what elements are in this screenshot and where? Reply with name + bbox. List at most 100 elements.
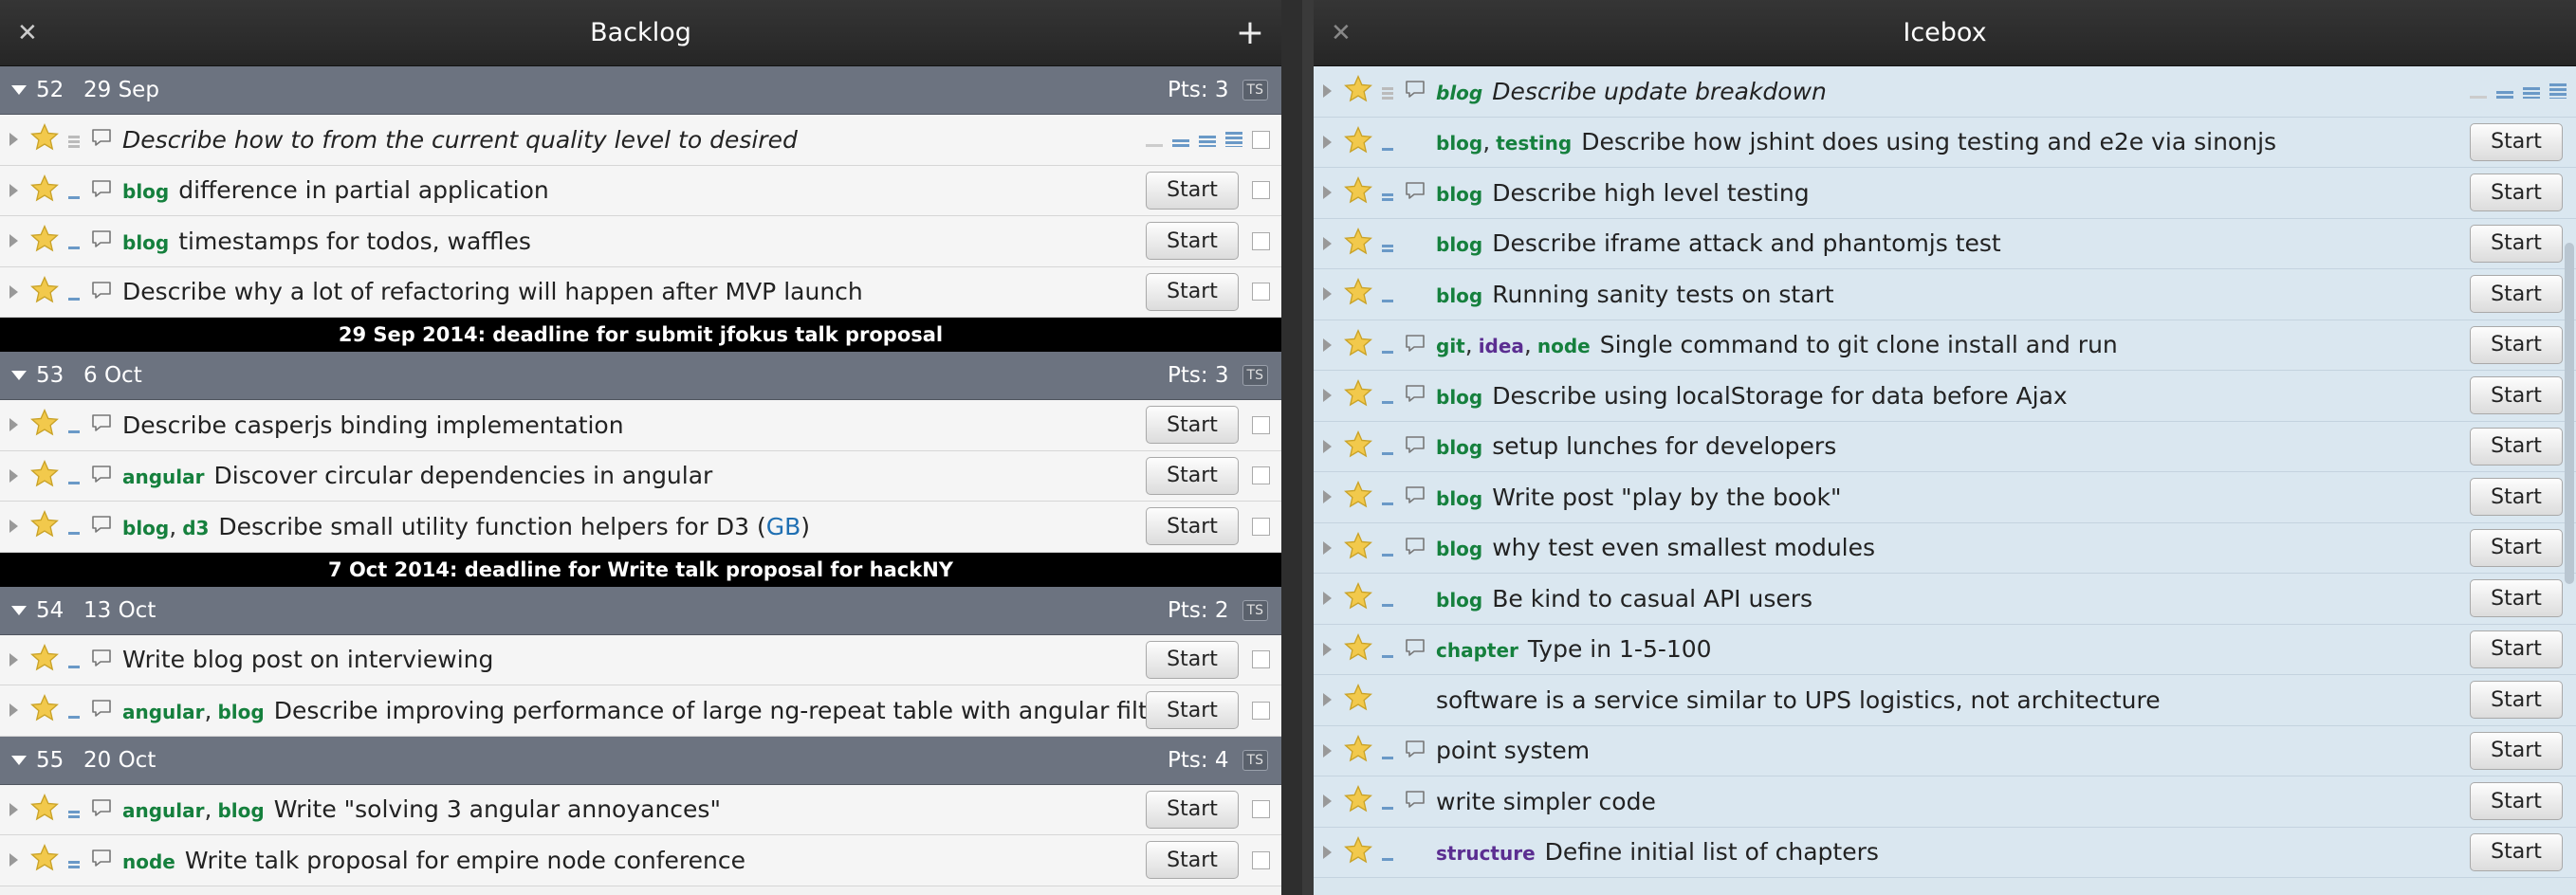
- story-row[interactable]: Write blog post on interviewing Start: [0, 634, 1281, 685]
- estimate-option-icon[interactable]: [2523, 87, 2540, 100]
- story-label[interactable]: blog: [1436, 386, 1482, 409]
- start-button[interactable]: Start: [1146, 691, 1239, 730]
- story-label[interactable]: blog: [1436, 284, 1482, 307]
- story-label[interactable]: blog: [1436, 82, 1482, 104]
- story-label[interactable]: blog: [1436, 589, 1482, 612]
- select-checkbox[interactable]: [1252, 800, 1270, 819]
- expand-icon[interactable]: [9, 802, 18, 816]
- story-label[interactable]: blog: [217, 701, 264, 723]
- select-checkbox[interactable]: [1252, 650, 1270, 669]
- expand-icon[interactable]: [1323, 84, 1332, 99]
- start-button[interactable]: Start: [1146, 507, 1239, 546]
- expand-icon[interactable]: [1323, 389, 1332, 403]
- collapse-icon[interactable]: [11, 85, 27, 95]
- start-button[interactable]: Start: [2470, 731, 2563, 770]
- comment-icon[interactable]: [1404, 180, 1436, 205]
- story-label[interactable]: node: [122, 850, 175, 873]
- collapse-icon[interactable]: [11, 755, 27, 765]
- start-button[interactable]: Start: [2470, 630, 2563, 668]
- story-row[interactable]: software is a service similar to UPS log…: [1314, 675, 2576, 726]
- story-label[interactable]: blog: [1436, 487, 1482, 510]
- star-icon[interactable]: [1343, 632, 1381, 667]
- team-strength-button[interactable]: TS: [1242, 80, 1268, 100]
- story-row[interactable]: blog difference in partial application Sta…: [0, 165, 1281, 216]
- select-checkbox[interactable]: [1252, 231, 1270, 250]
- start-button[interactable]: Start: [1146, 790, 1239, 829]
- start-button[interactable]: Start: [1146, 171, 1239, 210]
- story-label[interactable]: structure: [1436, 842, 1536, 865]
- comment-icon[interactable]: [1404, 739, 1436, 763]
- start-button[interactable]: Start: [1146, 640, 1239, 679]
- expand-icon[interactable]: [9, 652, 18, 667]
- expand-icon[interactable]: [1323, 845, 1332, 859]
- expand-icon[interactable]: [1323, 236, 1332, 250]
- comment-icon[interactable]: [90, 514, 122, 539]
- expand-icon[interactable]: [1323, 338, 1332, 352]
- star-icon[interactable]: [29, 174, 67, 208]
- comment-icon[interactable]: [1404, 282, 1436, 306]
- comment-icon[interactable]: [1404, 130, 1436, 155]
- iteration-header[interactable]: 55 20 Oct Pts: 4 TS: [0, 736, 1281, 785]
- story-row[interactable]: node Write talk proposal for empire node …: [0, 835, 1281, 886]
- star-icon[interactable]: [1343, 683, 1381, 717]
- story-row[interactable]: blog Describe update breakdown: [1314, 66, 2576, 118]
- story-row[interactable]: point system Start: [1314, 725, 2576, 776]
- star-icon[interactable]: [1343, 784, 1381, 818]
- comment-icon[interactable]: [1404, 79, 1436, 103]
- comment-icon[interactable]: [90, 127, 122, 152]
- close-icon[interactable]: ✕: [1331, 0, 1352, 66]
- start-button[interactable]: Start: [2470, 174, 2563, 212]
- start-button[interactable]: Start: [2470, 579, 2563, 618]
- star-icon[interactable]: [1343, 531, 1381, 565]
- star-icon[interactable]: [29, 843, 67, 877]
- star-icon[interactable]: [29, 224, 67, 258]
- comment-icon[interactable]: [1404, 687, 1436, 712]
- story-label[interactable]: git: [1436, 335, 1465, 357]
- comment-icon[interactable]: [1404, 231, 1436, 256]
- star-icon[interactable]: [1343, 734, 1381, 768]
- star-icon[interactable]: [1343, 581, 1381, 615]
- comment-icon[interactable]: [1404, 789, 1436, 813]
- collapse-icon[interactable]: [11, 605, 27, 615]
- comment-icon[interactable]: [90, 178, 122, 203]
- select-checkbox[interactable]: [1252, 130, 1270, 149]
- expand-icon[interactable]: [1323, 186, 1332, 200]
- story-label[interactable]: angular: [122, 701, 205, 723]
- team-strength-button[interactable]: TS: [1242, 749, 1268, 771]
- estimate-option-icon[interactable]: [1199, 136, 1216, 148]
- story-row[interactable]: blog Running sanity tests on start Start: [1314, 269, 2576, 320]
- story-label[interactable]: blog: [1436, 132, 1482, 155]
- iteration-header[interactable]: 54 13 Oct Pts: 2 TS: [0, 586, 1281, 635]
- story-row[interactable]: blog setup lunches for developers Start: [1314, 421, 2576, 472]
- comment-icon[interactable]: [90, 698, 122, 722]
- star-icon[interactable]: [29, 643, 67, 677]
- start-button[interactable]: Start: [1146, 456, 1239, 495]
- estimate-option-icon[interactable]: [1172, 139, 1189, 148]
- expand-icon[interactable]: [9, 284, 18, 299]
- story-label[interactable]: blog: [1436, 436, 1482, 459]
- expand-icon[interactable]: [9, 183, 18, 197]
- story-row[interactable]: angular, blog Describe improving performan…: [0, 685, 1281, 737]
- expand-icon[interactable]: [1323, 490, 1332, 504]
- expand-icon[interactable]: [1323, 592, 1332, 606]
- story-label[interactable]: angular: [122, 799, 205, 822]
- estimate-option-icon[interactable]: [2549, 83, 2567, 100]
- scrollbar[interactable]: [1302, 0, 1314, 895]
- story-label[interactable]: angular: [122, 466, 205, 488]
- story-label[interactable]: blog: [1436, 538, 1482, 560]
- comment-icon[interactable]: [90, 228, 122, 253]
- story-row[interactable]: git, idea, node Single command to git clone…: [1314, 320, 2576, 371]
- story-label[interactable]: testing: [1496, 132, 1572, 155]
- story-row[interactable]: blog, testing Describe how jshint does usi…: [1314, 117, 2576, 168]
- collapse-icon[interactable]: [11, 371, 27, 380]
- estimate-option-icon[interactable]: [2496, 91, 2513, 100]
- star-icon[interactable]: [1343, 277, 1381, 311]
- story-row[interactable]: blog timestamps for todos, waffles Start: [0, 216, 1281, 267]
- expand-icon[interactable]: [1323, 540, 1332, 555]
- story-row[interactable]: angular, blog Write "solving 3 angular ann…: [0, 784, 1281, 835]
- expand-icon[interactable]: [1323, 439, 1332, 453]
- star-icon[interactable]: [1343, 429, 1381, 464]
- comment-icon[interactable]: [90, 280, 122, 304]
- start-button[interactable]: Start: [1146, 222, 1239, 261]
- story-label[interactable]: idea: [1479, 335, 1524, 357]
